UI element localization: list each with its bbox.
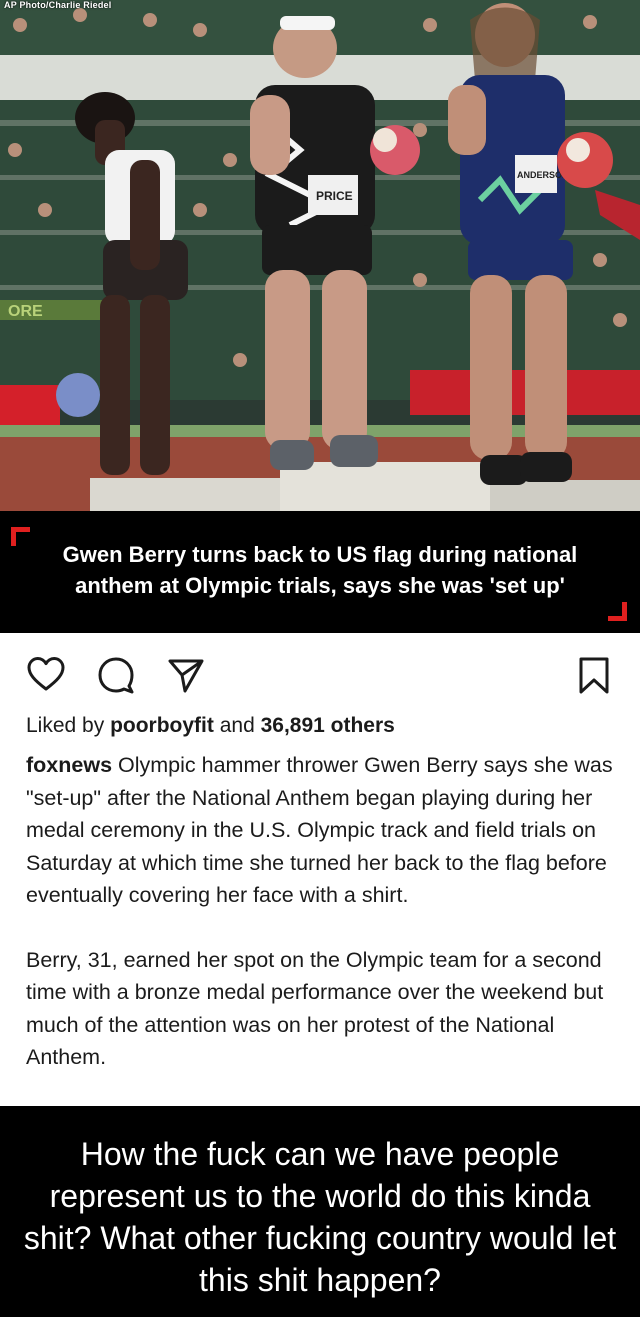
corner-bracket-top-left	[11, 527, 30, 546]
likes-summary: Liked by poorboyfit and 36,891 others	[26, 714, 395, 738]
caption-paragraph-2: Berry, 31, earned her spot on the Olympi…	[26, 947, 604, 1070]
banner-fragment: ORE	[8, 303, 43, 320]
news-photo: ORE PRICE ANDERSON AP Photo/Charlie Ried…	[0, 0, 640, 511]
meme-text-banner: How the fuck can we have people represen…	[0, 1106, 640, 1317]
caption-text-1: Olympic hammer thrower Gwen Berry says s…	[26, 753, 613, 907]
liked-by-user[interactable]: poorboyfit	[110, 714, 214, 737]
send-icon[interactable]	[166, 655, 206, 695]
caption-paragraph-1: foxnews Olympic hammer thrower Gwen Berr…	[26, 749, 618, 912]
post-caption: foxnews Olympic hammer thrower Gwen Berr…	[26, 749, 618, 1074]
likes-middle: and	[213, 714, 261, 737]
podium-photo-illustration: ORE PRICE ANDERSON	[0, 0, 640, 511]
likes-count[interactable]: 36,891 others	[261, 714, 395, 737]
headline-banner: Gwen Berry turns back to US flag during …	[0, 511, 640, 633]
caption-username[interactable]: foxnews	[26, 753, 112, 777]
corner-bracket-bottom-right	[608, 602, 627, 621]
likes-prefix: Liked by	[26, 714, 111, 737]
bookmark-icon[interactable]	[574, 655, 614, 695]
headline-text: Gwen Berry turns back to US flag during …	[62, 542, 578, 598]
bib-left: PRICE	[316, 189, 353, 203]
post-action-bar	[0, 633, 640, 711]
heart-icon[interactable]	[26, 655, 66, 695]
comment-icon[interactable]	[96, 655, 136, 695]
meme-text: How the fuck can we have people represen…	[23, 1136, 617, 1298]
photo-credit: AP Photo/Charlie Riedel	[4, 0, 112, 10]
